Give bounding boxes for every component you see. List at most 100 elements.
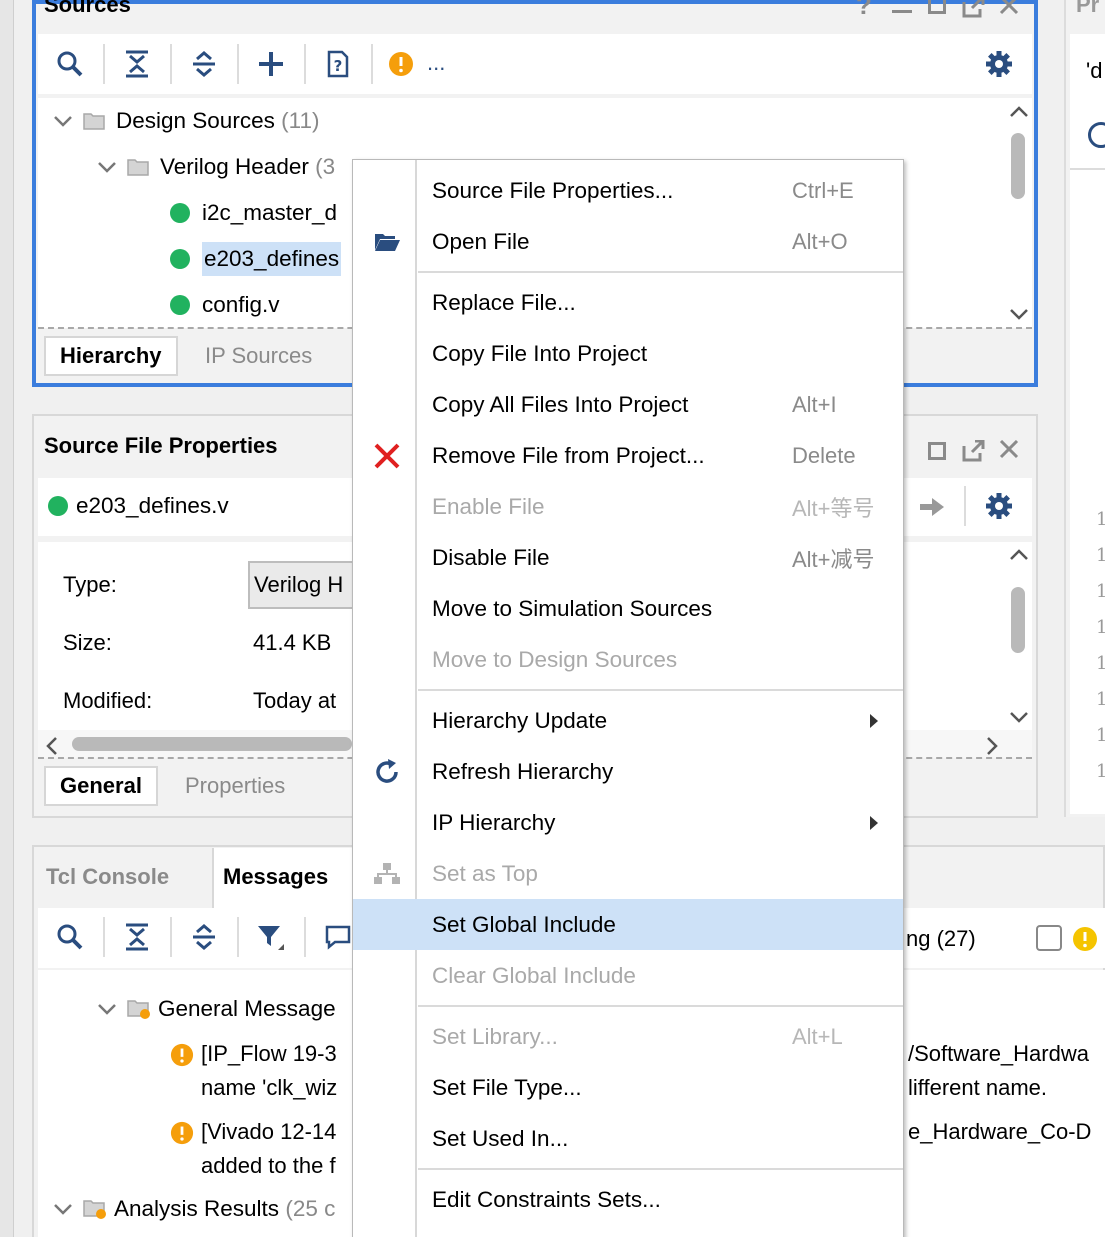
file-help-icon[interactable]: ? [318, 44, 358, 84]
scrollbar-thumb[interactable] [1011, 587, 1025, 653]
menu-item-source-file-properties[interactable]: Source File Properties... Ctrl+E [353, 165, 903, 216]
message-line-1[interactable]: [Vivado 12-14 [201, 1119, 336, 1145]
close-icon[interactable] [998, 440, 1020, 460]
maximize-icon[interactable] [928, 0, 946, 14]
chevron-down-icon[interactable] [96, 160, 118, 174]
scroll-up-icon[interactable] [1008, 547, 1030, 563]
menu-item-open-file[interactable]: Open File Alt+O [353, 216, 903, 267]
warning-icon[interactable] [381, 44, 421, 84]
tree-item-file[interactable]: config.v [170, 285, 280, 325]
settings-gear-icon[interactable] [979, 486, 1019, 526]
chevron-down-icon[interactable] [52, 1202, 74, 1216]
toolbar-separator [371, 44, 373, 84]
menu-item-ip-hierarchy[interactable]: IP Hierarchy [353, 797, 903, 848]
menu-item-shortcut: Alt+L [792, 1023, 843, 1049]
filter-icon[interactable] [251, 917, 291, 957]
menu-item-replace-file[interactable]: Replace File... [353, 277, 903, 328]
collapse-all-icon[interactable] [117, 44, 157, 84]
search-icon[interactable] [50, 917, 90, 957]
tree-item-file-selected[interactable]: e203_defines [170, 239, 342, 279]
scroll-right-icon[interactable] [984, 735, 1000, 757]
tree-item-verilog-header[interactable]: Verilog Header (3 [96, 147, 335, 187]
right-panel-title: Pr [1076, 0, 1100, 17]
settings-gear-icon[interactable] [979, 44, 1019, 84]
menu-item-copy-all-files[interactable]: Copy All Files Into Project Alt+I [353, 379, 903, 430]
expand-all-icon[interactable] [184, 44, 224, 84]
add-icon[interactable] [251, 44, 291, 84]
tree-item-analysis-results[interactable]: Analysis Results (25 c [52, 1189, 335, 1229]
menu-item-label: Copy All Files Into Project [432, 391, 689, 417]
status-dot-icon [170, 295, 190, 315]
toolbar-separator [170, 917, 172, 957]
tab-general[interactable]: General [44, 766, 158, 806]
refresh-icon [367, 752, 407, 792]
help-icon[interactable]: ? [856, 0, 878, 18]
menu-item-hierarchy-update[interactable]: Hierarchy Update [353, 695, 903, 746]
sources-panel-title: Sources [44, 0, 131, 17]
menu-item-set-as-top[interactable]: Set as Top [353, 848, 903, 899]
tab-messages[interactable]: Messages [209, 857, 342, 897]
scroll-down-icon[interactable] [1008, 306, 1030, 322]
maximize-icon[interactable] [928, 442, 946, 460]
menu-item-copy-file-into-project[interactable]: Copy File Into Project [353, 328, 903, 379]
forward-arrow-icon[interactable] [918, 496, 946, 518]
tab-properties[interactable]: Properties [171, 766, 299, 806]
message-line-2[interactable]: added to the f [201, 1153, 336, 1179]
horizontal-scrollbar-thumb[interactable] [72, 737, 352, 751]
menu-item-shortcut: Alt+等号 [792, 495, 875, 521]
line-number: 1 [1096, 689, 1105, 710]
right-panel-divider [1070, 168, 1105, 170]
chevron-down-icon[interactable] [96, 1002, 118, 1016]
menu-item-remove-file[interactable]: Remove File from Project... Delete [353, 430, 903, 481]
line-number: 1 [1096, 509, 1105, 530]
right-panel-text: 'd [1086, 58, 1103, 83]
menu-item-label: Refresh Hierarchy [432, 758, 614, 784]
tree-item-label: e203_defines [202, 242, 342, 276]
float-icon[interactable] [962, 440, 986, 462]
field-value-modified: Today at [253, 688, 337, 713]
search-icon[interactable] [50, 44, 90, 84]
message-tail-2[interactable]: lifferent name. [908, 1075, 1047, 1101]
message-line-1[interactable]: [IP_Flow 19-3 [201, 1041, 337, 1067]
field-value-size: 41.4 KB [253, 630, 332, 655]
tree-item-count: (11) [281, 108, 320, 133]
message-warning-icon [170, 1043, 194, 1067]
tab-tcl-console[interactable]: Tcl Console [32, 857, 183, 897]
toolbar-separator [103, 44, 105, 84]
warning-filter-checkbox[interactable] [1036, 925, 1062, 951]
tree-item-file[interactable]: i2c_master_d [170, 193, 337, 233]
toolbar-more[interactable]: ... [427, 50, 445, 76]
minimize-icon[interactable] [892, 10, 912, 13]
message-tail-1[interactable]: e_Hardware_Co-D [908, 1119, 1091, 1145]
menu-item-edit-constraints-sets[interactable]: Edit Constraints Sets... [353, 1174, 903, 1225]
scroll-down-icon[interactable] [1008, 709, 1030, 725]
field-value-type-text: Verilog H [254, 572, 344, 597]
menu-item-set-file-type[interactable]: Set File Type... [353, 1062, 903, 1113]
collapse-all-icon[interactable] [117, 917, 157, 957]
menu-item-enable-file[interactable]: Enable File Alt+等号 [353, 481, 903, 532]
message-tail-1[interactable]: /Software_Hardwa [908, 1041, 1089, 1067]
tree-item-design-sources[interactable]: Design Sources (11) [52, 101, 319, 141]
tab-ip-sources[interactable]: IP Sources [191, 336, 326, 376]
tree-item-general-messages[interactable]: General Message [96, 989, 336, 1029]
scroll-up-icon[interactable] [1008, 104, 1030, 120]
menu-item-disable-file[interactable]: Disable File Alt+减号 [353, 532, 903, 583]
menu-item-move-to-simulation[interactable]: Move to Simulation Sources [353, 583, 903, 634]
field-label-modified: Modified: [63, 688, 153, 713]
menu-item-set-library[interactable]: Set Library... Alt+L [353, 1011, 903, 1062]
message-line-2[interactable]: name 'clk_wiz [201, 1075, 337, 1101]
menu-item-shortcut: Alt+O [792, 228, 848, 254]
expand-all-icon[interactable] [184, 917, 224, 957]
menu-item-clear-global-include[interactable]: Clear Global Include [353, 950, 903, 1001]
menu-item-set-global-include[interactable]: Set Global Include [353, 899, 903, 950]
close-icon[interactable] [998, 0, 1020, 16]
field-value-type[interactable]: Verilog H [248, 561, 358, 609]
chevron-down-icon[interactable] [52, 114, 74, 128]
tab-hierarchy[interactable]: Hierarchy [44, 336, 178, 376]
scroll-left-icon[interactable] [44, 735, 60, 757]
menu-item-move-to-design[interactable]: Move to Design Sources [353, 634, 903, 685]
menu-item-refresh-hierarchy[interactable]: Refresh Hierarchy [353, 746, 903, 797]
scrollbar-thumb[interactable] [1011, 133, 1025, 199]
float-icon[interactable] [962, 0, 986, 18]
menu-item-set-used-in[interactable]: Set Used In... [353, 1113, 903, 1164]
